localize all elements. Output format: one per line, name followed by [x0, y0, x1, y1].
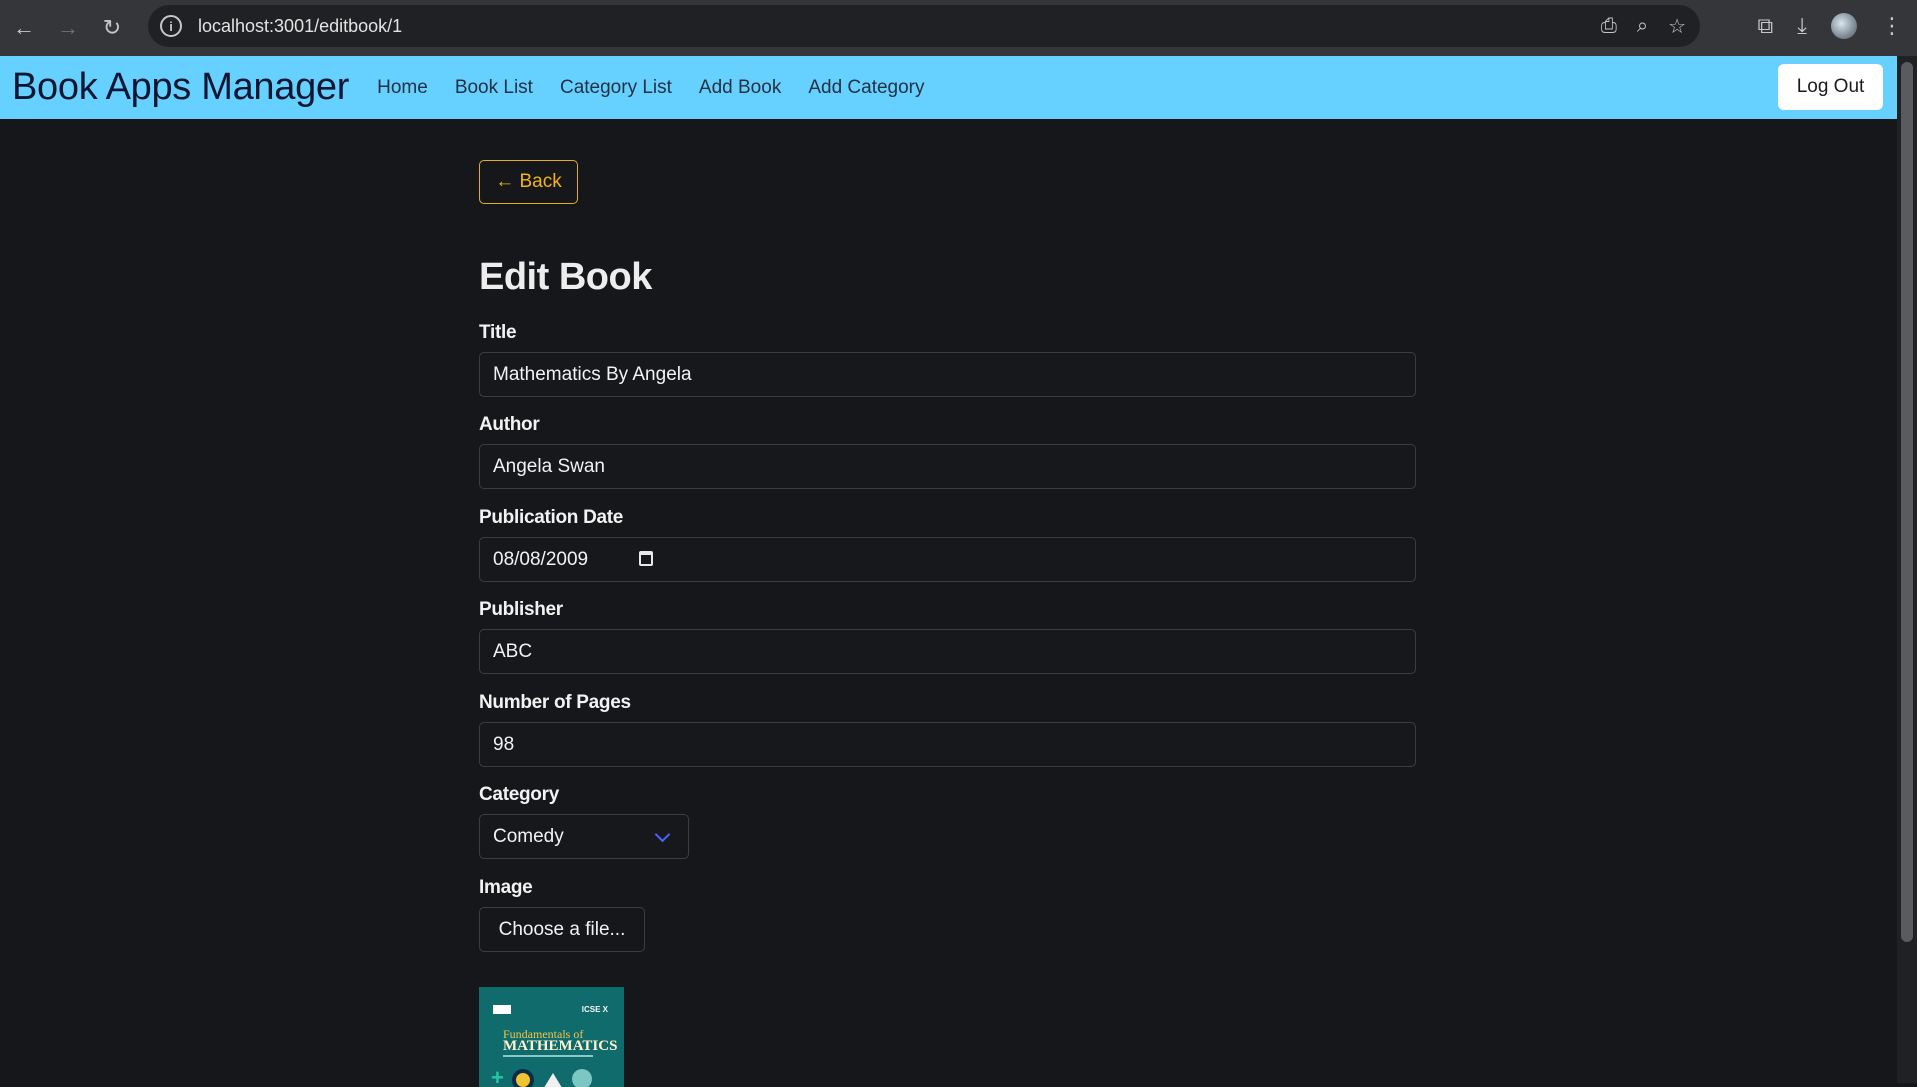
pages-label: Number of Pages: [479, 692, 631, 713]
menu-kebab-icon[interactable]: ⋮: [1881, 13, 1903, 39]
nav-links: Home Book List Category List Add Book Ad…: [377, 77, 924, 99]
publisher-logo: [493, 1005, 511, 1014]
circle-shape: [511, 1069, 534, 1087]
browser-toolbar: ← → ↻ i localhost:3001/editbook/1 ⎙ ⌕ ☆ …: [0, 0, 1917, 56]
triangle-shape: [541, 1073, 564, 1087]
scrollbar-thumb[interactable]: [1901, 62, 1913, 942]
chevron-down-icon: [654, 826, 671, 843]
brand-title[interactable]: Book Apps Manager: [12, 66, 349, 109]
nav-link-category-list[interactable]: Category List: [560, 77, 672, 99]
nav-link-add-category[interactable]: Add Category: [808, 77, 924, 99]
publisher-label: Publisher: [479, 599, 563, 620]
globe-shape: [571, 1069, 592, 1087]
zoom-icon[interactable]: ⌕: [1637, 15, 1648, 38]
publisher-input[interactable]: ABC: [479, 629, 1416, 674]
url-text[interactable]: localhost:3001/editbook/1: [198, 16, 402, 37]
category-selected-value: Comedy: [493, 825, 564, 847]
cover-line2: MATHEMATICS: [503, 1038, 618, 1054]
cover-rule: [503, 1055, 593, 1057]
author-label: Author: [479, 414, 540, 435]
nav-link-add-book[interactable]: Add Book: [699, 77, 781, 99]
download-icon[interactable]: ⤓: [1797, 13, 1807, 39]
image-label: Image: [479, 877, 533, 898]
book-cover-image: ICSE X Fundamentals of MATHEMATICS +: [479, 987, 624, 1087]
profile-avatar[interactable]: [1831, 13, 1857, 39]
publication-date-label: Publication Date: [479, 507, 624, 528]
cover-badge: ICSE X: [581, 1005, 608, 1014]
author-input[interactable]: Angela Swan: [479, 444, 1416, 489]
address-bar[interactable]: i localhost:3001/editbook/1 ⎙ ⌕ ☆: [148, 5, 1700, 47]
extensions-icon[interactable]: ⧉: [1758, 13, 1774, 39]
page-scrollbar[interactable]: [1897, 56, 1917, 1083]
install-app-icon[interactable]: ⎙: [1601, 15, 1617, 38]
plus-shape: +: [491, 1065, 504, 1087]
bookmark-star-icon[interactable]: ☆: [1668, 14, 1686, 39]
category-select[interactable]: Comedy: [479, 814, 689, 859]
choose-file-button[interactable]: Choose a file...: [479, 907, 645, 952]
title-label: Title: [479, 322, 517, 343]
category-label: Category: [479, 784, 559, 805]
calendar-icon[interactable]: [639, 551, 653, 566]
nav-link-book-list[interactable]: Book List: [455, 77, 533, 99]
edit-book-form: ← Back Edit Book Title Mathematics By An…: [479, 160, 1416, 1087]
cover-shapes: +: [491, 1065, 592, 1087]
page-title: Edit Book: [479, 256, 652, 298]
reload-icon[interactable]: ↻: [90, 2, 134, 54]
app-navbar: Book Apps Manager Home Book List Categor…: [0, 56, 1897, 119]
logout-button[interactable]: Log Out: [1778, 64, 1883, 110]
publication-date-input[interactable]: 08/08/2009: [479, 537, 1416, 582]
back-button[interactable]: ← Back: [479, 160, 578, 204]
nav-link-home[interactable]: Home: [377, 77, 428, 99]
site-info-icon[interactable]: i: [160, 15, 182, 37]
back-arrow-icon[interactable]: ←: [2, 2, 46, 54]
forward-arrow-icon[interactable]: →: [46, 2, 90, 54]
pages-input[interactable]: 98: [479, 722, 1416, 767]
title-input[interactable]: Mathematics By Angela: [479, 352, 1416, 397]
publication-date-value: 08/08/2009: [493, 548, 589, 570]
